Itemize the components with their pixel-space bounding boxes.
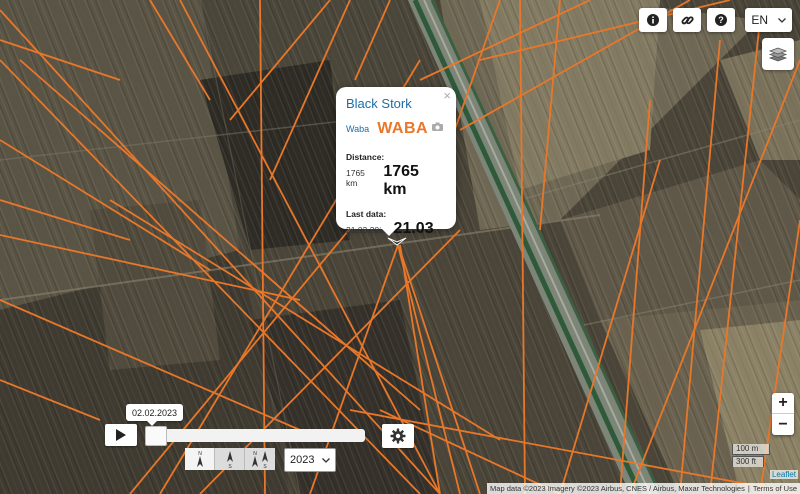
distance-label: Distance: (346, 152, 385, 162)
direction-south-button[interactable]: S (215, 448, 245, 470)
direction-both-button[interactable]: N S (245, 448, 275, 470)
last-data-label: Last data: (346, 209, 387, 219)
distance-row: 1765 km 1765 km (346, 163, 446, 199)
zoom-in-button[interactable]: + (772, 393, 794, 414)
bird-name: WABA (377, 120, 429, 137)
svg-text:N: N (253, 451, 257, 457)
popup-tip (380, 227, 398, 236)
play-icon (116, 429, 126, 441)
language-value: EN (751, 13, 768, 27)
terms-link[interactable]: Terms of Use (753, 484, 797, 493)
svg-text:?: ? (719, 15, 725, 25)
camera-icon[interactable] (432, 122, 444, 131)
layers-icon (768, 47, 788, 62)
zoom-control: + − (772, 393, 794, 435)
direction-north-button[interactable]: N (185, 448, 215, 470)
question-circle-icon: ? (715, 14, 728, 26)
zoom-out-button[interactable]: − (772, 414, 794, 435)
svg-text:S: S (263, 464, 267, 469)
bird-name-link[interactable]: Waba (346, 124, 369, 134)
chevron-down-icon (778, 17, 786, 23)
help-button[interactable]: ? (707, 8, 736, 32)
info-circle-icon (647, 14, 660, 26)
north-south-arrows-icon: N S (252, 451, 268, 469)
year-select[interactable]: 2023 (284, 448, 336, 472)
link-button[interactable] (673, 8, 702, 32)
south-arrow-icon: S (226, 451, 233, 469)
gear-icon (390, 428, 406, 444)
scale-imperial: 300 ft (732, 456, 764, 467)
close-icon[interactable]: × (443, 89, 451, 102)
direction-toggle-group: N S N S (185, 448, 275, 470)
satellite-map[interactable] (0, 0, 800, 494)
timeline-slider[interactable] (145, 429, 365, 442)
bird-info-popup: × Black Stork Waba WABA Distance: 1765 k… (336, 87, 456, 237)
top-toolbar: ? EN (639, 8, 792, 32)
attribution-text: Map data ©2023 Imagery ©2023 Airbus, CNE… (490, 484, 745, 493)
leaflet-link[interactable]: Leaflet (769, 470, 798, 479)
chevron-down-icon (322, 457, 330, 463)
timeline-date-tooltip: 02.02.2023 (126, 404, 184, 426)
north-arrow-icon: N (196, 451, 203, 467)
timeline-slider-handle[interactable] (145, 426, 167, 446)
link-icon (681, 15, 694, 24)
map-scale: 100 m 300 ft (732, 444, 770, 467)
last-data-value: 21.03 (393, 220, 434, 237)
info-button[interactable] (639, 8, 668, 32)
settings-button[interactable] (382, 424, 414, 448)
distance-small: 1765 km (346, 168, 365, 188)
layers-button[interactable] (762, 38, 794, 70)
svg-text:N: N (198, 451, 202, 457)
language-select[interactable]: EN (745, 8, 792, 32)
play-button[interactable] (105, 424, 137, 446)
species-name: Black Stork (346, 96, 412, 111)
year-value: 2023 (290, 454, 315, 466)
svg-text:S: S (228, 464, 232, 469)
bird-name-row: Waba WABA (346, 120, 446, 138)
scale-metric: 100 m (732, 444, 770, 455)
distance-value: 1765 km (383, 163, 419, 198)
map-attribution: Map data ©2023 Imagery ©2023 Airbus, CNE… (487, 483, 800, 494)
